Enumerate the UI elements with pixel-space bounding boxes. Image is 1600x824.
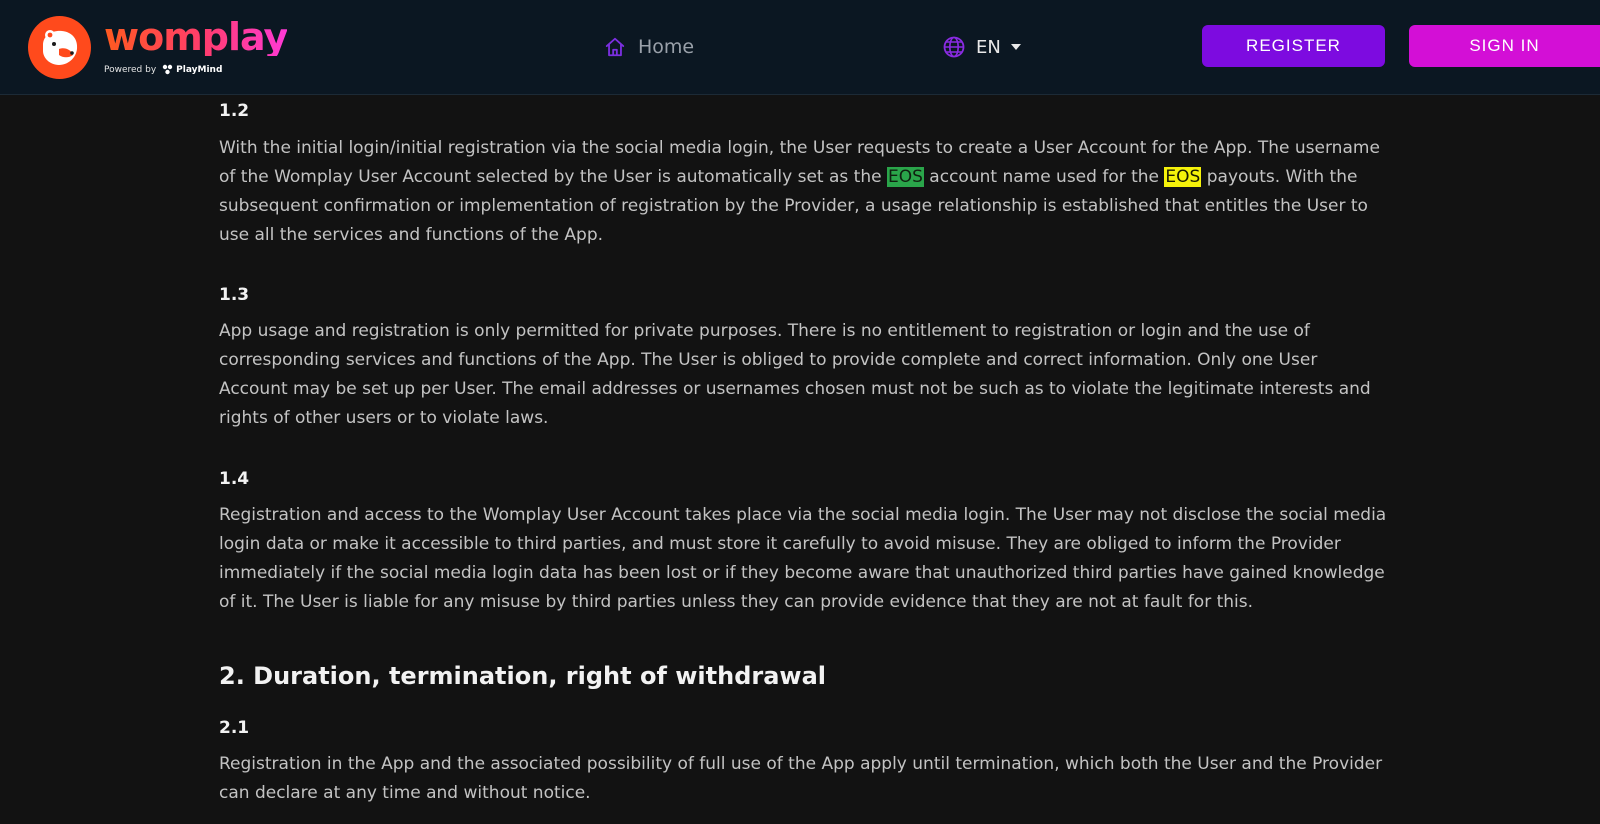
language-label: EN bbox=[976, 36, 1001, 58]
clause-text-1-3: App usage and registration is only permi… bbox=[219, 321, 1371, 428]
register-button[interactable]: REGISTER bbox=[1202, 25, 1385, 67]
clause-text-1-2-part-b: account name used for the bbox=[923, 167, 1165, 187]
playmind-label: PlayMind bbox=[176, 64, 223, 75]
nav-home-link[interactable]: Home bbox=[604, 33, 694, 61]
clause-text-1-2: With the initial login/initial registrat… bbox=[219, 134, 1389, 250]
clause-text-2-1: Registration in the App and the associat… bbox=[219, 754, 1383, 803]
top-navbar: womplay Powered by PlayMind Home EN REGI… bbox=[0, 0, 1600, 95]
sign-in-button[interactable]: SIGN IN bbox=[1409, 25, 1600, 67]
home-icon bbox=[605, 37, 625, 57]
highlight-eos-yellow: EOS bbox=[1164, 167, 1202, 187]
logo-wordmark[interactable]: womplay bbox=[104, 18, 288, 56]
globe-icon bbox=[943, 36, 965, 58]
section-heading-2: 2. Duration, termination, right of withd… bbox=[219, 662, 827, 690]
clause-heading-1-3: 1.3 bbox=[219, 285, 250, 305]
playmind-logo: PlayMind bbox=[162, 64, 222, 75]
clause-heading-1-2: 1.2 bbox=[219, 101, 250, 121]
powered-by: Powered by PlayMind bbox=[104, 64, 222, 75]
playmind-icon bbox=[162, 64, 173, 75]
chevron-down-icon bbox=[1010, 44, 1021, 50]
nav-home-label: Home bbox=[638, 36, 695, 58]
highlight-eos-green: EOS bbox=[886, 167, 924, 187]
bear-logo-icon[interactable] bbox=[28, 16, 91, 79]
clause-heading-1-4: 1.4 bbox=[219, 469, 250, 489]
language-selector[interactable]: EN bbox=[942, 33, 1021, 61]
clause-heading-2-1: 2.1 bbox=[219, 718, 250, 738]
clause-text-1-4: Registration and access to the Womplay U… bbox=[219, 505, 1387, 612]
powered-by-label: Powered by bbox=[104, 64, 157, 75]
